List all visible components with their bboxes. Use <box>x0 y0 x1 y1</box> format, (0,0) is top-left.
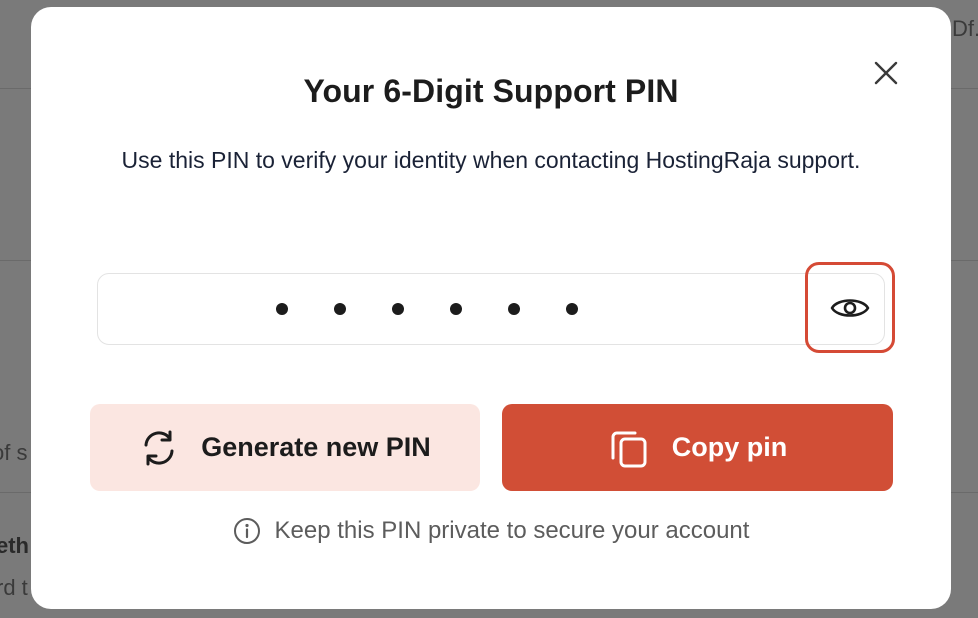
background-text-fragment: of s <box>0 440 28 465</box>
pin-mask-dot <box>334 303 346 315</box>
background-text-fragment: Df... <box>952 16 978 41</box>
copy-icon <box>608 427 650 469</box>
info-icon <box>233 517 261 545</box>
pin-field[interactable] <box>97 273 885 345</box>
background-text-fragment: rd t <box>0 575 28 600</box>
pin-mask-dot <box>392 303 404 315</box>
support-pin-modal: Your 6-Digit Support PIN Use this PIN to… <box>31 7 951 609</box>
modal-subtitle: Use this PIN to verify your identity whe… <box>121 147 861 173</box>
eye-icon <box>830 295 870 321</box>
privacy-note-text: Keep this PIN private to secure your acc… <box>274 517 750 544</box>
masked-pin <box>276 274 626 344</box>
privacy-note: Keep this PIN private to secure your acc… <box>31 517 951 545</box>
pin-mask-dot <box>450 303 462 315</box>
pin-mask-dot <box>508 303 520 315</box>
copy-pin-button[interactable]: Copy pin <box>502 404 893 491</box>
toggle-pin-visibility-button[interactable] <box>805 262 895 353</box>
pin-mask-dot <box>566 303 578 315</box>
modal-title: Your 6-Digit Support PIN <box>303 73 679 109</box>
copy-pin-label: Copy pin <box>671 432 788 462</box>
refresh-icon <box>139 428 179 468</box>
generate-new-pin-label: Generate new PIN <box>201 432 431 462</box>
pin-mask-dot <box>276 303 288 315</box>
background-text-fragment: eth <box>0 533 29 558</box>
generate-new-pin-button[interactable]: Generate new PIN <box>90 404 480 491</box>
